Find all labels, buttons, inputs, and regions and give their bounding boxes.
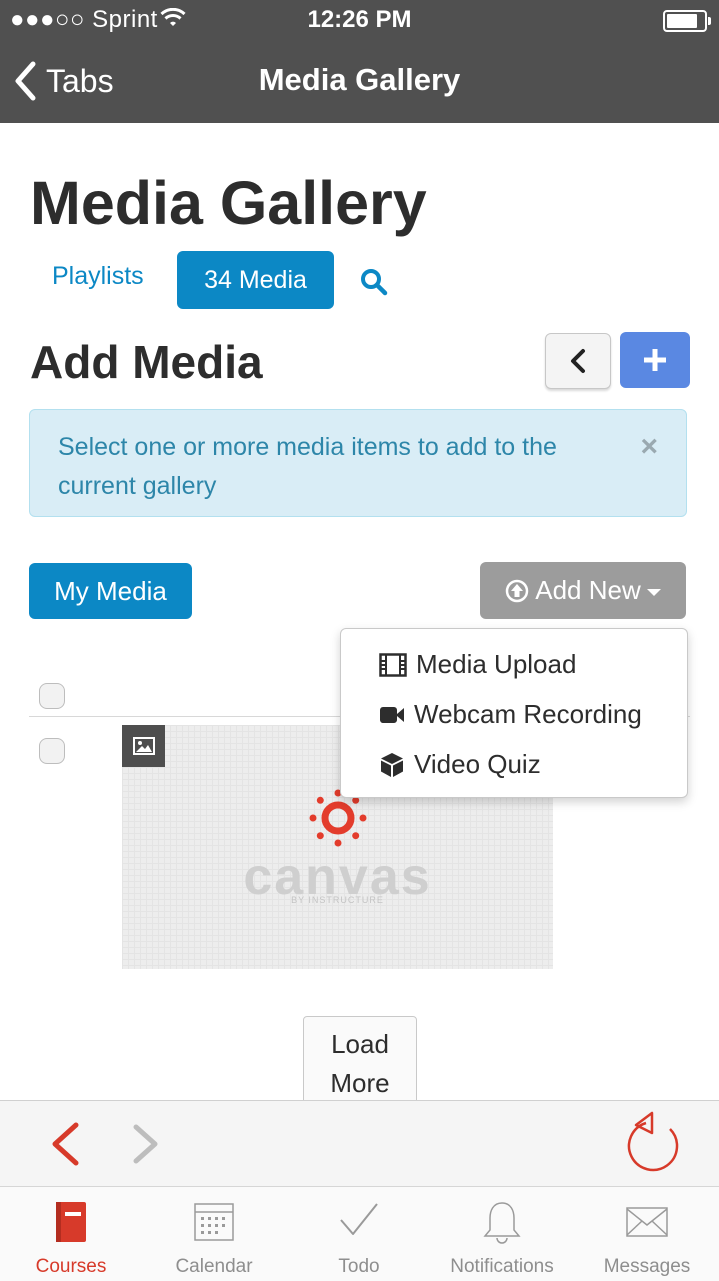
alert-message: Select one or more media items to add to…	[58, 433, 557, 500]
caret-down-icon	[646, 588, 661, 596]
plus-icon	[644, 349, 666, 371]
load-more-line2: More	[330, 1068, 390, 1098]
status-time: 12:26 PM	[307, 6, 412, 33]
envelope-icon	[626, 1207, 668, 1237]
refresh-button[interactable]	[624, 1109, 686, 1182]
tab-label: Notifications	[450, 1256, 554, 1277]
load-more-line1: Load	[331, 1029, 389, 1059]
add-new-menu: Media Upload Webcam Recording Video Quiz	[340, 628, 688, 798]
menu-item-label: Media Upload	[416, 649, 577, 679]
info-alert: Select one or more media items to add to…	[29, 409, 687, 517]
menu-item-video-quiz[interactable]: Video Quiz	[379, 749, 541, 780]
tab-calendar[interactable]: Calendar	[150, 1186, 278, 1280]
close-icon[interactable]: ×	[640, 430, 658, 464]
thumbnail-background	[553, 798, 690, 969]
upload-circle-icon	[506, 579, 529, 602]
chevron-left-icon	[571, 349, 585, 373]
tab-label: Courses	[35, 1256, 107, 1277]
browser-back-button[interactable]	[48, 1121, 82, 1172]
section-title: Add Media	[30, 336, 263, 388]
tab-label: Messages	[603, 1256, 691, 1277]
courses-icon	[56, 1202, 86, 1242]
nav-title: Media Gallery	[258, 62, 461, 97]
arrow-left-icon	[52, 1122, 79, 1166]
tab-notifications[interactable]: Notifications	[438, 1186, 566, 1280]
bell-icon	[483, 1202, 521, 1244]
menu-item-webcam-recording[interactable]: Webcam Recording	[379, 699, 642, 730]
image-icon	[122, 725, 165, 767]
menu-item-media-upload[interactable]: Media Upload	[379, 649, 576, 680]
film-icon	[379, 652, 407, 677]
back-nav-button[interactable]	[545, 333, 611, 389]
calendar-icon	[194, 1203, 234, 1241]
add-new-label: Add New	[535, 575, 641, 605]
menu-item-label: Webcam Recording	[414, 699, 642, 729]
browser-toolbar	[0, 1100, 719, 1187]
canvas-tagline: BY INSTRUCTURE	[291, 895, 384, 905]
search-button[interactable]	[360, 268, 388, 301]
menu-item-label: Video Quiz	[414, 749, 541, 779]
tab-courses[interactable]: Courses	[10, 1186, 132, 1280]
tab-messages[interactable]: Messages	[588, 1186, 706, 1280]
tab-media[interactable]: 34 Media	[177, 251, 334, 309]
tab-playlists[interactable]: Playlists	[52, 262, 144, 291]
my-media-button[interactable]: My Media	[29, 563, 192, 619]
check-icon	[340, 1203, 378, 1235]
tab-label: Todo	[338, 1256, 380, 1277]
add-new-button[interactable]: Add New	[480, 562, 686, 619]
battery-icon	[663, 10, 711, 32]
refresh-icon	[627, 1111, 679, 1172]
tab-label: Calendar	[175, 1256, 253, 1277]
video-camera-icon	[380, 706, 404, 723]
cube-icon	[381, 752, 403, 777]
search-icon	[361, 269, 388, 296]
browser-forward-button[interactable]	[130, 1123, 162, 1170]
select-all-checkbox[interactable]	[39, 683, 65, 709]
item-checkbox[interactable]	[39, 738, 65, 764]
page-title: Media Gallery	[30, 169, 427, 237]
add-button[interactable]	[620, 332, 690, 388]
navigation-bar: ●●●○○ Sprint 12:26 PM Tabs Media Gallery	[0, 0, 719, 123]
tab-todo[interactable]: Todo	[300, 1186, 418, 1280]
arrow-right-icon	[133, 1124, 158, 1164]
